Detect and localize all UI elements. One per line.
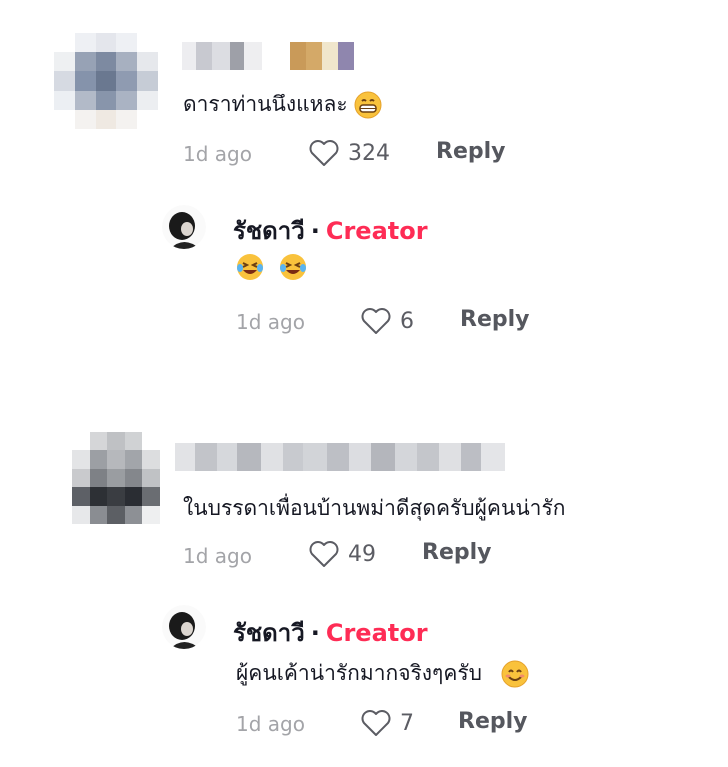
creator-avatar[interactable] <box>162 605 206 649</box>
like-button[interactable]: 6 <box>360 307 414 335</box>
username-blurred[interactable] <box>175 443 505 471</box>
creator-avatar[interactable] <box>162 205 206 249</box>
reply-button[interactable]: Reply <box>460 307 530 332</box>
timestamp: 1d ago <box>183 544 252 568</box>
creator-badge: Creator <box>325 217 428 245</box>
heart-icon <box>361 308 391 334</box>
reply-author[interactable]: รัชดาวี · Creator <box>233 211 428 250</box>
like-count: 6 <box>400 308 414 334</box>
timestamp: 1d ago <box>236 712 305 736</box>
reply-button[interactable]: Reply <box>458 709 528 734</box>
reply-text: ผู้คนเค้าน่ารักมากจริงๆครับ <box>236 657 529 690</box>
author-name: รัชดาวี <box>233 217 305 245</box>
heart-icon <box>309 140 339 166</box>
like-count: 7 <box>400 710 414 736</box>
smiling-face-icon <box>501 660 529 688</box>
reply-text <box>236 253 307 281</box>
avatar[interactable] <box>54 33 158 129</box>
creator-badge: Creator <box>325 619 428 647</box>
laughing-tears-icon <box>279 254 306 280</box>
reply-author[interactable]: รัชดาวี · Creator <box>233 613 428 652</box>
grinning-face-icon <box>354 91 382 119</box>
reply-button[interactable]: Reply <box>422 540 492 565</box>
like-button[interactable]: 7 <box>360 709 414 737</box>
like-count: 324 <box>348 140 390 166</box>
author-name: รัชดาวี <box>233 619 305 647</box>
heart-icon <box>361 710 391 736</box>
comment-text: ดาราท่านนึงแหละ <box>183 88 382 121</box>
like-button[interactable]: 49 <box>308 540 376 568</box>
timestamp: 1d ago <box>183 142 252 166</box>
separator: · <box>310 217 320 245</box>
reply-button[interactable]: Reply <box>436 139 506 164</box>
timestamp: 1d ago <box>236 310 305 334</box>
like-count: 49 <box>348 541 376 567</box>
comment-text: ในบรรดาเพื่อนบ้านพม่าดีสุดครับผู้คนน่ารั… <box>183 496 566 520</box>
username-blurred[interactable] <box>182 42 354 70</box>
avatar[interactable] <box>72 432 160 524</box>
separator: · <box>310 619 320 647</box>
like-button[interactable]: 324 <box>308 139 390 167</box>
laughing-tears-icon <box>237 254 263 280</box>
heart-icon <box>309 541 339 567</box>
